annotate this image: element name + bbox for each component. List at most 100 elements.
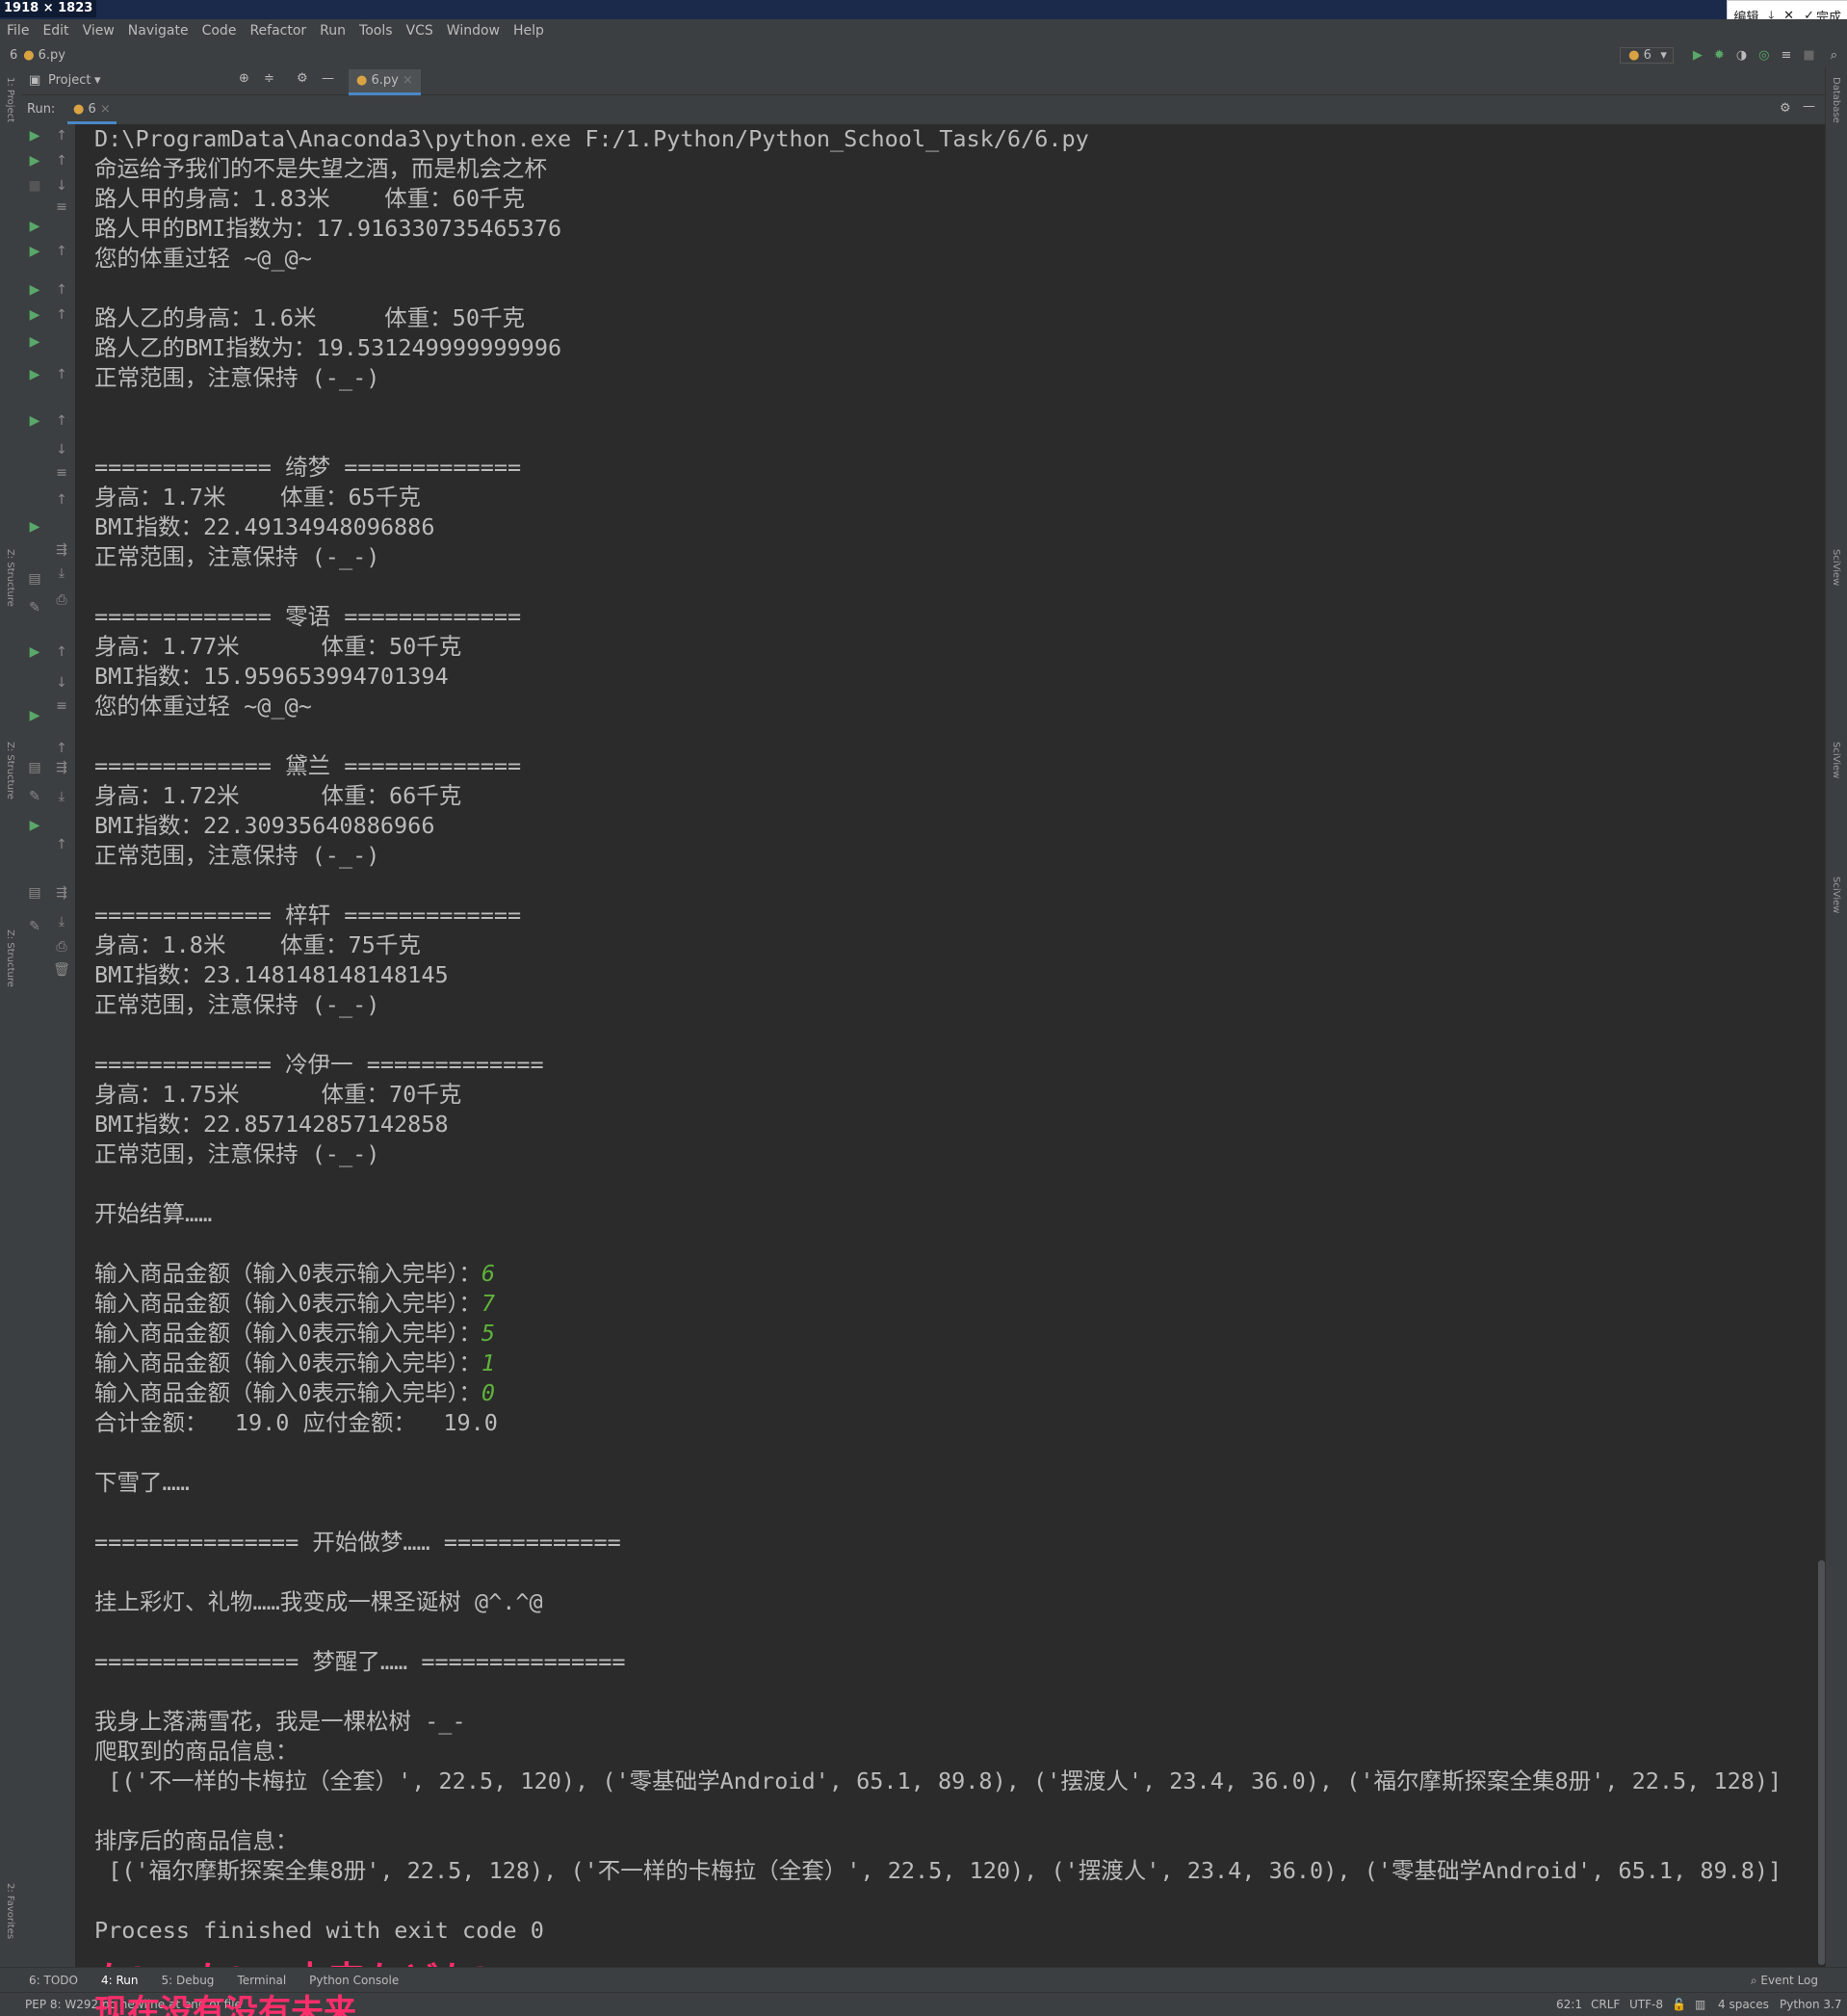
rerun-icon[interactable]: ▶ (21, 244, 48, 259)
menu-view[interactable]: View (76, 23, 121, 39)
search-icon[interactable]: ⌕ (1821, 48, 1847, 63)
project-tool-label[interactable]: 1: Project (5, 77, 15, 122)
scview-tool-label-3[interactable]: SciView (1831, 877, 1841, 913)
tab-6py[interactable]: ● 6.py × (349, 69, 421, 95)
hide-icon[interactable]: — (322, 71, 334, 86)
scroll-end-icon[interactable]: ⤓ (48, 914, 75, 929)
wrap-icon[interactable]: ≡ (48, 698, 75, 714)
gear-icon[interactable]: ⚙ (297, 71, 308, 86)
up-icon[interactable]: ↑ (48, 492, 75, 508)
close-tab-icon[interactable]: × (100, 102, 111, 117)
interpreter-setting[interactable]: Python 3.7 (1780, 1998, 1842, 2011)
pin-icon[interactable]: ✎ (21, 600, 48, 615)
wrap-icon[interactable]: ≡ (48, 465, 75, 481)
favorites-tool-label[interactable]: 2: Favorites (5, 1883, 15, 1939)
soft-wrap-icon[interactable]: ⇶ (48, 885, 75, 901)
collapse-icon[interactable]: ≑ (264, 71, 274, 86)
memory-icon[interactable]: ▥ (1695, 1998, 1705, 2011)
run-config-select[interactable]: ● 6 ▾ (1620, 46, 1674, 64)
up-icon[interactable]: ↑ (48, 741, 75, 756)
gear-icon[interactable]: ⚙ (1780, 101, 1791, 116)
structure-tool-label[interactable]: Z: Structure (5, 549, 15, 607)
rerun-icon[interactable]: ▶ (21, 644, 48, 660)
scroll-end-icon[interactable]: ⤓ (48, 789, 75, 804)
breadcrumb-project[interactable]: 6 (0, 48, 23, 63)
rerun-icon[interactable]: ▶ (21, 282, 48, 298)
breadcrumb-file[interactable]: 6.py (35, 48, 69, 63)
layout-icon[interactable]: ▤ (21, 571, 48, 587)
menu-help[interactable]: Help (507, 23, 551, 39)
run-icon[interactable]: ▶ (1687, 48, 1708, 63)
run-tab[interactable]: ● 6 × (67, 98, 117, 124)
up-icon[interactable]: ↑ (48, 282, 75, 298)
console-line: ============= 零语 ============= (94, 602, 521, 632)
up-icon[interactable]: ↑ (48, 413, 75, 429)
scview-tool-label-2[interactable]: SciView (1831, 742, 1841, 778)
up-icon[interactable]: ↑ (48, 644, 75, 660)
up-icon[interactable]: ↑ (48, 837, 75, 852)
menu-code[interactable]: Code (195, 23, 244, 39)
scview-tool-label[interactable]: SciView (1831, 549, 1841, 586)
down-icon[interactable]: ↓ (48, 675, 75, 691)
console-scrollbar[interactable] (1818, 1560, 1825, 1965)
todo-tool-button[interactable]: 6: TODO (0, 1974, 90, 1987)
menu-window[interactable]: Window (440, 23, 507, 39)
pin-icon[interactable]: ✎ (21, 789, 48, 804)
rerun-icon[interactable]: ▶ (21, 153, 48, 169)
rerun-icon[interactable]: ▶ (21, 334, 48, 350)
layout-icon[interactable]: ▤ (21, 760, 48, 775)
rerun-icon[interactable]: ▶ (21, 818, 48, 833)
event-log-button[interactable]: ⌕ Event Log (1739, 1974, 1847, 1988)
down-icon[interactable]: ↓ (48, 442, 75, 458)
scroll-end-icon[interactable]: ⤓ (48, 565, 75, 581)
structure-tool-label-3[interactable]: Z: Structure (5, 929, 15, 987)
trash-icon[interactable]: 🗑 (48, 962, 75, 978)
rerun-icon[interactable]: ▶ (21, 367, 48, 382)
up-icon[interactable]: ↑ (48, 307, 75, 323)
menu-run[interactable]: Run (313, 23, 352, 39)
lock-icon[interactable]: 🔓 (1672, 1998, 1686, 2011)
up-icon[interactable]: ↑ (48, 128, 75, 144)
up-icon[interactable]: ↑ (48, 367, 75, 382)
print-icon[interactable]: ⎙ (48, 592, 75, 608)
coverage-icon[interactable]: ◑ (1730, 48, 1753, 63)
rerun-icon[interactable]: ▶ (21, 519, 48, 535)
structure-tool-label-2[interactable]: Z: Structure (5, 742, 15, 799)
cursor-position[interactable]: 62:1 (1556, 1998, 1582, 2011)
soft-wrap-icon[interactable]: ⇶ (48, 760, 75, 775)
line-separator[interactable]: CRLF (1591, 1998, 1620, 2011)
soft-wrap-icon[interactable]: ⇶ (48, 542, 75, 558)
indent-setting[interactable]: 4 spaces (1718, 1998, 1769, 2011)
build-icon[interactable]: ≡ (1776, 48, 1798, 63)
layout-icon[interactable]: ▤ (21, 885, 48, 901)
menu-refactor[interactable]: Refactor (243, 23, 313, 39)
rerun-icon[interactable]: ▶ (21, 128, 48, 144)
menu-navigate[interactable]: Navigate (121, 23, 195, 39)
up-icon[interactable]: ↑ (48, 153, 75, 169)
rerun-icon[interactable]: ▶ (21, 219, 48, 234)
run-console-output[interactable]: D:\ProgramData\Anaconda3\python.exe F:/1… (75, 124, 1820, 1967)
stop-icon[interactable]: ■ (1797, 48, 1820, 63)
stop-icon[interactable]: ■ (21, 178, 48, 194)
up-icon[interactable]: ↑ (48, 244, 75, 259)
rerun-icon[interactable]: ▶ (21, 413, 48, 429)
down-icon[interactable]: ↓ (48, 178, 75, 194)
menu-tools[interactable]: Tools (352, 23, 400, 39)
rerun-icon[interactable]: ▶ (21, 708, 48, 723)
wrap-icon[interactable]: ≡ (48, 199, 75, 215)
menu-vcs[interactable]: VCS (400, 23, 440, 39)
console-line-text: 身高：1.72米 体重：66千克 (94, 782, 462, 809)
profile-icon[interactable]: ◎ (1753, 48, 1775, 63)
pin-icon[interactable]: ✎ (21, 919, 48, 934)
close-tab-icon[interactable]: × (403, 73, 413, 88)
locate-icon[interactable]: ⊕ (239, 71, 249, 86)
menu-file[interactable]: File (0, 23, 36, 39)
rerun-icon[interactable]: ▶ (21, 307, 48, 323)
menu-edit[interactable]: Edit (36, 23, 75, 39)
database-tool-label[interactable]: Database (1831, 77, 1841, 123)
project-dropdown[interactable]: Project (48, 73, 91, 88)
file-encoding[interactable]: UTF-8 (1629, 1998, 1663, 2011)
minimize-icon[interactable]: — (1803, 99, 1815, 114)
print-icon[interactable]: ⎙ (48, 939, 75, 955)
debug-icon[interactable]: ✹ (1708, 48, 1730, 63)
